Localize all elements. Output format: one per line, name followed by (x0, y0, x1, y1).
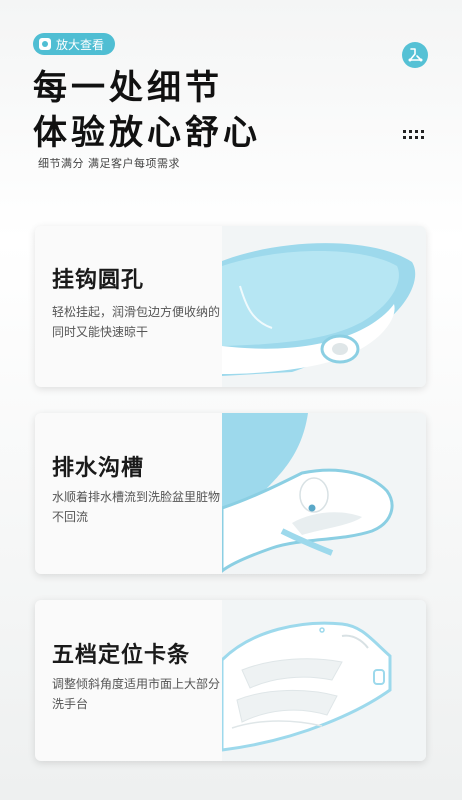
page-title: 每一处细节 体验放心舒心 (33, 68, 261, 153)
drain-groove-product-image (222, 413, 426, 574)
zoom-icon (39, 38, 51, 50)
feature-title: 排水沟槽 (52, 456, 145, 481)
feature-title: 挂钩圆孔 (52, 268, 145, 293)
dots-decoration (403, 130, 424, 139)
zoom-badge-label: 放大查看 (56, 37, 105, 52)
page-subtitle: 细节满分 满足客户每项需求 (38, 157, 180, 170)
feature-card-hook-hole: 挂钩圆孔 轻松挂起，润滑包边方便收纳的同时又能快速晾干 (35, 226, 426, 387)
feature-card-positioning-bar: 五档定位卡条 调整倾斜角度适用市面上大部分洗手台 (35, 600, 426, 761)
feature-desc: 水顺着排水槽流到洗脸盆里脏物不回流 (52, 490, 221, 524)
feature-desc: 调整倾斜角度适用市面上大部分洗手台 (52, 677, 221, 711)
positioning-bar-product-image (222, 600, 426, 761)
hook-hole-product-image (222, 226, 426, 387)
hanger-icon (402, 42, 428, 68)
feature-title: 五档定位卡条 (52, 643, 191, 668)
feature-card-drain-groove: 排水沟槽 水顺着排水槽流到洗脸盆里脏物不回流 (35, 413, 426, 574)
zoom-badge[interactable]: 放大查看 (33, 33, 115, 55)
feature-desc: 轻松挂起，润滑包边方便收纳的同时又能快速晾干 (52, 305, 221, 339)
